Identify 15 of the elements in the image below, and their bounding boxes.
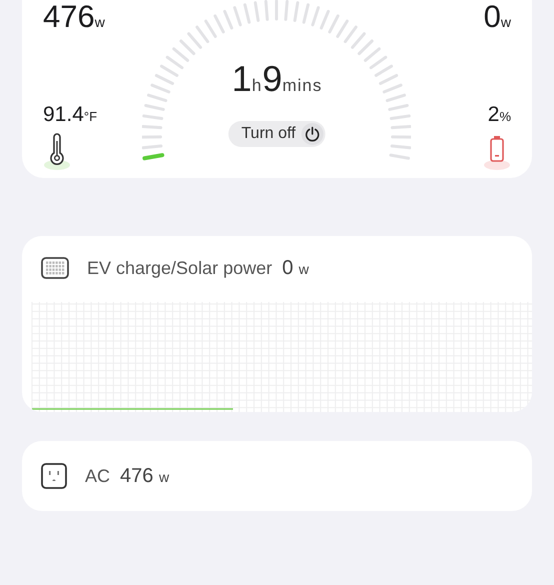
output-power: 476w	[43, 0, 106, 36]
remaining-time: 1h 9mins	[230, 58, 324, 100]
turn-off-button[interactable]: Turn off	[228, 121, 326, 147]
temperature: 91.4°F	[43, 103, 98, 127]
thermometer-icon	[43, 133, 71, 171]
solar-panel-icon	[41, 257, 69, 279]
power-value: 476 w	[120, 464, 170, 488]
battery-icon	[483, 133, 511, 171]
battery-percent: 2%	[488, 103, 511, 127]
outlet-icon	[41, 463, 67, 489]
input-power: 0w	[484, 0, 511, 36]
panel-title: EV charge/Solar power	[87, 258, 272, 278]
panel-title: AC	[85, 466, 110, 486]
power-value: 0 w	[282, 256, 309, 280]
power-icon	[304, 126, 321, 142]
